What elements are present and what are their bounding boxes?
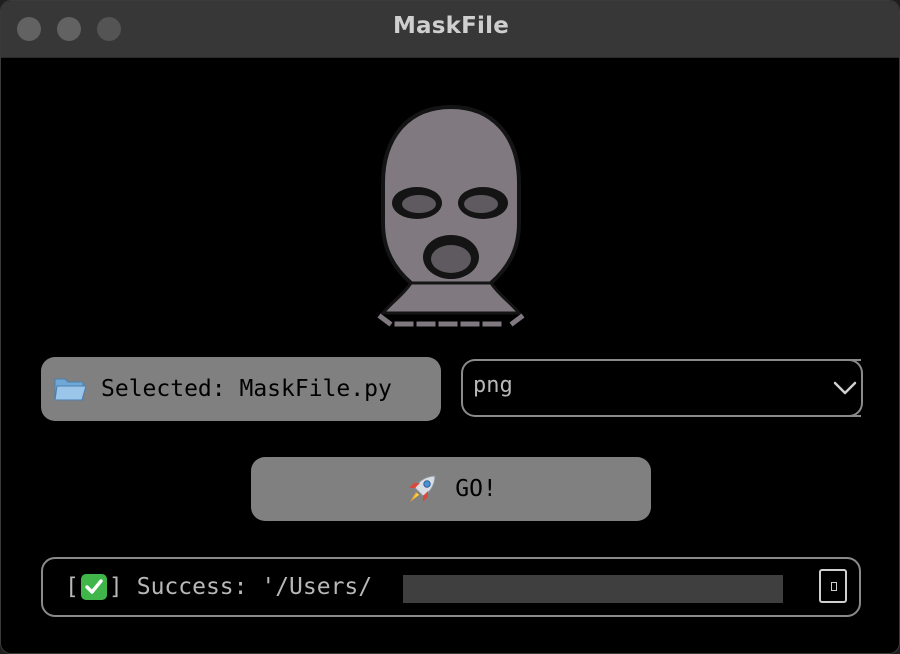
app-window: MaskFile Selected: MaskFile.py png GO! [… — [0, 0, 900, 654]
chevron-down-icon — [833, 381, 857, 395]
check-mark-icon — [80, 574, 107, 600]
select-file-button[interactable]: Selected: MaskFile.py — [41, 357, 441, 421]
format-dropdown[interactable]: png — [461, 359, 861, 417]
go-button[interactable]: GO! — [251, 457, 651, 521]
redacted-path — [403, 575, 783, 603]
rocket-icon — [409, 475, 436, 502]
window-title: MaskFile — [392, 13, 510, 39]
go-label: GO! — [455, 476, 497, 502]
selected-file-label: Selected: MaskFile.py — [101, 376, 392, 402]
status-message: Success: '/Users/ — [136, 574, 373, 600]
status-bracket-open: [ — [65, 574, 79, 600]
copy-icon — [831, 582, 837, 591]
title-bar: MaskFile — [1, 1, 899, 58]
ski-mask-icon — [377, 104, 525, 327]
status-bracket-close: ] — [108, 574, 123, 600]
format-value: png — [473, 373, 513, 398]
status-bar: [ ] Success: '/Users/ — [41, 557, 861, 617]
copy-button[interactable] — [819, 569, 847, 603]
status-text: [ ] Success: '/Users/ — [65, 573, 372, 601]
folder-icon — [54, 378, 87, 401]
